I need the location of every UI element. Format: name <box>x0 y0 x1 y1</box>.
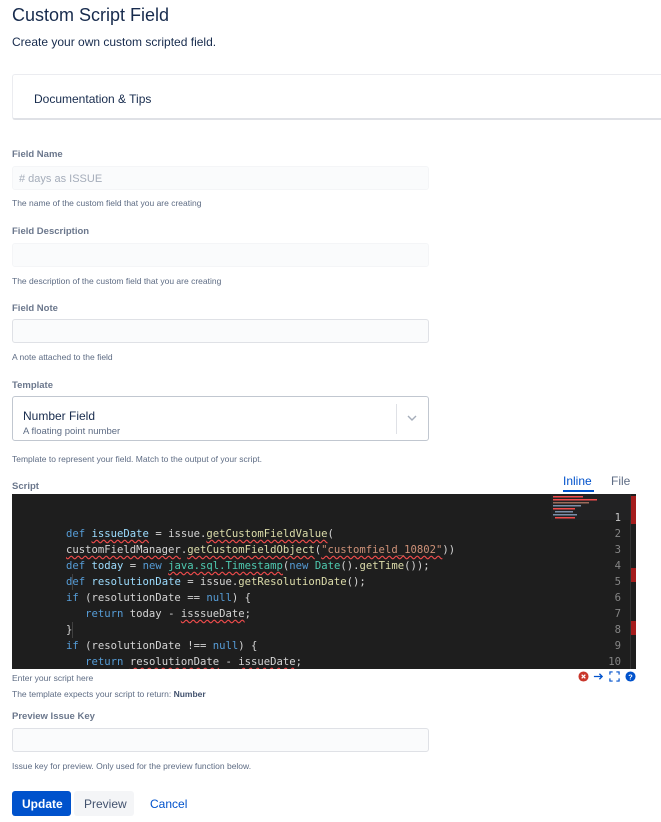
tab-inline[interactable]: Inline <box>563 474 592 488</box>
fullscreen-icon[interactable] <box>609 671 620 682</box>
svg-text:?: ? <box>628 672 633 681</box>
template-help: Template to represent your field. Match … <box>12 454 262 464</box>
script-return-info: The template expects your script to retu… <box>12 689 206 699</box>
help-icon[interactable]: ? <box>625 671 636 682</box>
script-editor[interactable]: 1 def issueDate = issue.getCustomFieldVa… <box>12 494 636 669</box>
page-subtitle: Create your own custom scripted field. <box>12 35 217 49</box>
preview-issue-key-label: Preview Issue Key <box>12 711 95 722</box>
field-note-label: Field Note <box>12 303 58 314</box>
chevron-down-icon[interactable] <box>406 412 418 424</box>
page-title: Custom Script Field <box>12 5 170 25</box>
code-line: 2 customFieldManager.getCustomFieldObjec… <box>12 510 632 556</box>
field-description-label: Field Description <box>12 226 90 237</box>
active-tab-indicator <box>563 490 594 492</box>
template-selected-description: A floating point number <box>23 426 121 437</box>
field-name-input[interactable]: # days as ISSUE <box>12 166 429 190</box>
arrow-right-icon[interactable] <box>593 671 604 682</box>
documentation-panel[interactable]: Documentation & Tips <box>12 74 661 120</box>
return-prefix: The template expects your script to retu… <box>12 689 174 699</box>
preview-issue-key-help: Issue key for preview. Only used for the… <box>12 761 252 771</box>
return-type: Number <box>173 689 206 699</box>
script-label: Script <box>12 481 39 492</box>
code-line: 4 def resolutionDate = issue.getResoluti… <box>12 542 632 588</box>
code-line: 6 return today - isssueDate; <box>12 574 632 620</box>
field-note-help: A note attached to the field <box>12 352 113 362</box>
template-select[interactable]: Number Field A floating point number <box>12 396 429 441</box>
script-help: Enter your script here <box>12 673 94 683</box>
cancel-button[interactable]: Cancel <box>140 791 197 816</box>
documentation-title[interactable]: Documentation & Tips <box>34 92 151 106</box>
code-line: 9 return resolutionDate - issueDate; <box>12 622 632 668</box>
template-label: Template <box>12 380 54 391</box>
update-button[interactable]: Update <box>12 791 71 816</box>
code-line: 3 def today = new java.sql.Timestamp(new… <box>12 526 632 572</box>
preview-issue-key-input[interactable] <box>12 728 429 752</box>
error-icon[interactable] <box>578 671 589 682</box>
code-line: 8 if (resolutionDate !== null) { <box>12 606 632 652</box>
preview-button[interactable]: Preview <box>74 791 134 816</box>
line-number: 10 <box>608 656 621 668</box>
field-name-help: The name of the custom field that you ar… <box>12 198 202 208</box>
tab-file[interactable]: File <box>611 474 630 488</box>
template-selected-name: Number Field <box>23 409 96 423</box>
field-name-label: Field Name <box>12 149 63 160</box>
select-separator <box>396 404 397 434</box>
field-description-input[interactable] <box>12 243 429 267</box>
field-name-value: # days as ISSUE <box>19 173 103 185</box>
code-line: 1 def issueDate = issue.getCustomFieldVa… <box>12 494 632 540</box>
code-line: 5 if (resolutionDate == null) { <box>12 558 632 604</box>
field-description-help: The description of the custom field that… <box>12 276 222 286</box>
field-note-input[interactable] <box>12 319 429 343</box>
code-line: 10 } <box>12 638 632 668</box>
code-line: 7 } <box>12 590 632 636</box>
